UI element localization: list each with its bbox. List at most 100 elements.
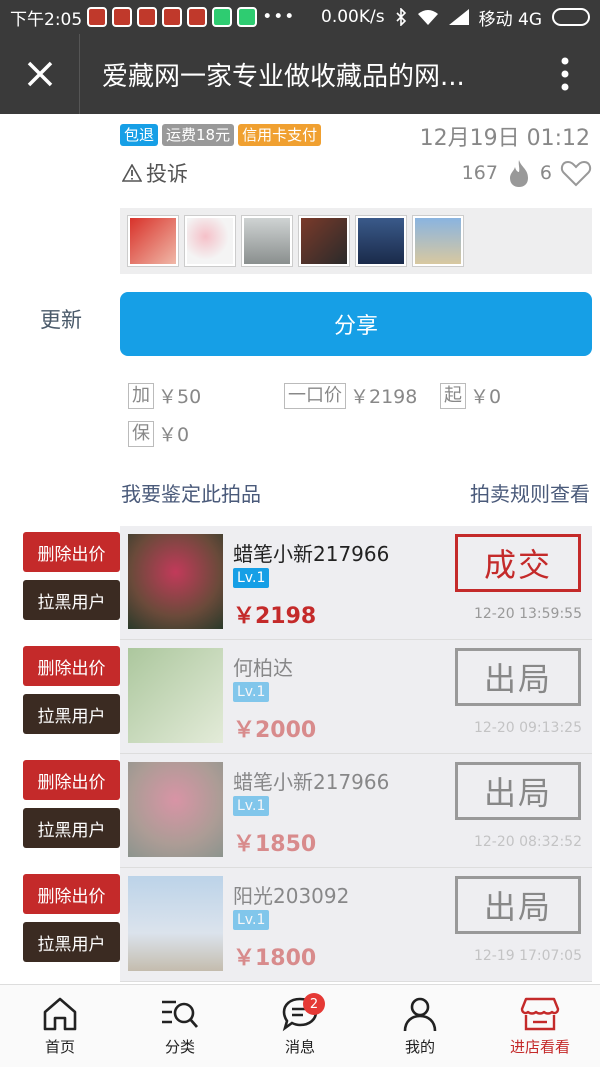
thumbnail-image[interactable] [413,216,463,266]
unread-badge: 2 [303,993,325,1015]
warning-icon [122,164,142,182]
bid-card: 蜡笔小新217966 Lv.1 ￥2198 成交 12-20 13:59:55 [120,526,592,640]
nav-visit-store[interactable]: 进店看看 [480,985,600,1067]
heart-icon[interactable] [560,159,592,187]
auction-rules-link[interactable]: 拍卖规则查看 [470,478,590,507]
bidder-name: 蜡笔小新217966 [233,542,390,566]
notification-app-icon [212,7,233,27]
bid-price: ￥2198 [233,604,317,629]
status-stamp: 出局 [455,648,581,706]
close-button[interactable] [0,34,80,114]
notification-app-icon [187,7,208,27]
nav-profile[interactable]: 我的 [360,985,480,1067]
nav-category[interactable]: 分类 [120,985,240,1067]
auction-detail: 包退 运费18元 信用卡支付 12月19日 01:12 投诉 167 6 更新 … [0,114,600,984]
notification-app-icon [112,7,133,27]
status-time: 下午2:05 [10,9,83,30]
notification-app-icon [237,7,258,27]
param-value: ￥2198 [350,386,418,408]
thumbnail-image[interactable] [128,216,178,266]
bidder-level-badge: Lv.1 [233,682,270,702]
bid-card: 蜡笔小新217966 Lv.1 ￥1850 出局 12-20 08:32:52 [120,754,592,868]
param-value: ￥50 [158,386,202,408]
bid-price: ￥1850 [233,832,317,857]
share-button[interactable]: 分享 [120,292,592,356]
bid-row: 删除出价 拉黑用户 蜡笔小新217966 Lv.1 ￥1850 出局 12-20… [0,754,600,868]
bidder-avatar[interactable] [128,534,223,629]
nav-label: 首页 [44,1037,75,1056]
item-stats: 167 6 [462,158,592,188]
bidder-name: 何柏达 [233,656,293,680]
status-stamp: 出局 [455,876,581,934]
param-key: 加 [128,382,154,409]
bid-price: ￥1800 [233,946,317,971]
nav-label: 我的 [404,1037,435,1056]
block-user-button[interactable]: 拉黑用户 [23,808,120,848]
bidder-level-badge: Lv.1 [233,568,270,588]
bidder-avatar[interactable] [128,876,223,971]
delete-bid-button[interactable]: 删除出价 [23,646,120,686]
bid-row: 删除出价 拉黑用户 阳光203092 Lv.1 ￥1800 出局 12-19 1… [0,868,600,982]
param-key: 保 [128,420,154,447]
param-value: ￥0 [158,424,190,446]
close-icon [27,61,52,87]
update-button[interactable]: 更新 [40,304,82,334]
delete-bid-button[interactable]: 删除出价 [23,874,120,914]
like-count: 6 [539,162,552,184]
notification-app-icon [87,7,108,27]
param-start: 起 ￥0 [440,382,501,409]
thumbnail-image[interactable] [356,216,406,266]
param-value: ￥0 [470,386,502,408]
more-menu-button[interactable] [530,34,600,114]
param-buyout: 一口价 ￥2198 [284,382,417,409]
thumbnail-image[interactable] [299,216,349,266]
network-speed: 0.00K/s [321,7,385,27]
tag-credit-card: 信用卡支付 [238,124,322,146]
bid-time: 12-20 08:32:52 [473,834,582,850]
param-key: 起 [440,382,466,409]
bid-card: 阳光203092 Lv.1 ￥1800 出局 12-19 17:07:05 [120,868,592,982]
battery-icon [552,8,590,26]
block-user-button[interactable]: 拉黑用户 [23,922,120,962]
bid-time: 12-19 17:07:05 [473,948,582,964]
bid-time: 12-20 13:59:55 [473,606,582,622]
title-bar: 爱藏网一家专业做收藏品的网... [0,34,600,114]
nav-label: 分类 [164,1037,195,1056]
tag-return: 包退 [120,124,159,146]
bidder-name: 蜡笔小新217966 [233,770,390,794]
bidder-level-badge: Lv.1 [233,910,270,930]
image-thumbnails [120,208,592,274]
bid-time: 12-20 09:13:25 [473,720,582,736]
block-user-button[interactable]: 拉黑用户 [23,694,120,734]
item-tags: 包退 运费18元 信用卡支付 [120,124,322,146]
appraise-link[interactable]: 我要鉴定此拍品 [121,478,261,507]
bid-card: 何柏达 Lv.1 ￥2000 出局 12-20 09:13:25 [120,640,592,754]
item-date: 12月19日 01:12 [419,126,590,151]
carrier: 移动 4G [478,9,542,30]
param-deposit: 保 ￥0 [128,420,189,447]
nav-home[interactable]: 首页 [0,985,120,1067]
bid-row: 删除出价 拉黑用户 蜡笔小新217966 Lv.1 ￥2198 成交 12-20… [0,526,600,640]
more-vertical-icon [561,57,569,91]
bidder-avatar[interactable] [128,762,223,857]
fire-icon [509,160,528,187]
block-user-button[interactable]: 拉黑用户 [23,580,120,620]
bidder-level-badge: Lv.1 [233,796,270,816]
status-stamp: 成交 [455,534,581,592]
category-search-icon [162,1000,199,1028]
home-icon [43,997,77,1030]
delete-bid-button[interactable]: 删除出价 [23,532,120,572]
complain-link[interactable]: 投诉 [122,158,188,188]
notification-app-icon [137,7,158,27]
thumbnail-image[interactable] [185,216,235,266]
thumbnail-image[interactable] [242,216,292,266]
status-stamp: 出局 [455,762,581,820]
bid-row: 删除出价 拉黑用户 何柏达 Lv.1 ￥2000 出局 12-20 09:13:… [0,640,600,754]
nav-messages[interactable]: 2 消息 [240,985,360,1067]
more-notifications-icon: ••• [262,7,296,27]
store-icon [520,997,560,1030]
bidder-avatar[interactable] [128,648,223,743]
delete-bid-button[interactable]: 删除出价 [23,760,120,800]
tag-shipping: 运费18元 [162,124,235,146]
user-icon [403,997,437,1031]
